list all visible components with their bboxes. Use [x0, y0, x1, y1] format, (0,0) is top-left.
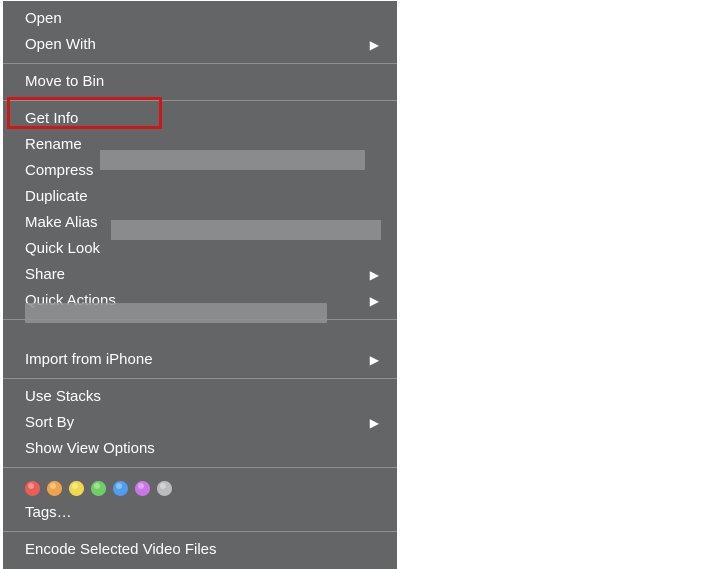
menu-item-label: Import from iPhone [25, 349, 153, 371]
redacted-region [25, 303, 327, 323]
menu-divider [3, 100, 397, 101]
tags-color-row [3, 473, 397, 500]
tag-dot-orange[interactable] [47, 481, 62, 496]
menu-item-label: Move to Bin [25, 71, 104, 93]
menu-item-redacted[interactable] [3, 325, 397, 347]
menu-item-use-stacks[interactable]: Use Stacks [3, 384, 397, 410]
menu-item-label: Open With [25, 34, 96, 56]
menu-item-label: Sort By [25, 412, 74, 434]
menu-item-label: Encode Selected Video Files [25, 539, 217, 561]
menu-item-label: Make Alias [25, 212, 98, 234]
menu-item-label: Quick Look [25, 238, 100, 260]
tag-dot-blue[interactable] [113, 481, 128, 496]
tag-dot-green[interactable] [91, 481, 106, 496]
tag-dot-purple[interactable] [135, 481, 150, 496]
menu-item-label: Use Stacks [25, 386, 101, 408]
submenu-arrow-icon: ▶ [370, 349, 379, 371]
menu-divider [3, 531, 397, 532]
tag-dot-red[interactable] [25, 481, 40, 496]
menu-item-import-iphone[interactable]: Import from iPhone ▶ [3, 347, 397, 373]
menu-item-get-info[interactable]: Get Info [3, 106, 397, 132]
menu-item-label: Show View Options [25, 438, 155, 460]
tag-dot-yellow[interactable] [69, 481, 84, 496]
submenu-arrow-icon: ▶ [370, 264, 379, 286]
menu-item-label: Tags… [25, 502, 72, 524]
menu-item-label: Duplicate [25, 186, 88, 208]
menu-item-label: Compress [25, 160, 93, 182]
menu-divider [3, 378, 397, 379]
menu-item-show-view-options[interactable]: Show View Options [3, 436, 397, 462]
redacted-region [100, 150, 365, 170]
submenu-arrow-icon: ▶ [370, 290, 379, 312]
menu-item-label: Open [25, 8, 62, 30]
menu-item-open[interactable]: Open [3, 6, 397, 32]
menu-divider [3, 467, 397, 468]
menu-item-duplicate[interactable]: Duplicate [3, 184, 397, 210]
submenu-arrow-icon: ▶ [370, 412, 379, 434]
tag-dot-gray[interactable] [157, 481, 172, 496]
menu-item-sort-by[interactable]: Sort By ▶ [3, 410, 397, 436]
menu-item-label: Share [25, 264, 65, 286]
context-menu: Open Open With ▶ Move to Bin Get Info Re… [3, 1, 397, 569]
menu-item-label: Get Info [25, 108, 78, 130]
menu-divider [3, 63, 397, 64]
menu-item-tags[interactable]: Tags… [3, 500, 397, 526]
menu-item-label: Rename [25, 134, 82, 156]
menu-item-share[interactable]: Share ▶ [3, 262, 397, 288]
submenu-arrow-icon: ▶ [370, 34, 379, 56]
menu-item-move-to-bin[interactable]: Move to Bin [3, 69, 397, 95]
menu-item-open-with[interactable]: Open With ▶ [3, 32, 397, 58]
redacted-region [111, 220, 381, 240]
